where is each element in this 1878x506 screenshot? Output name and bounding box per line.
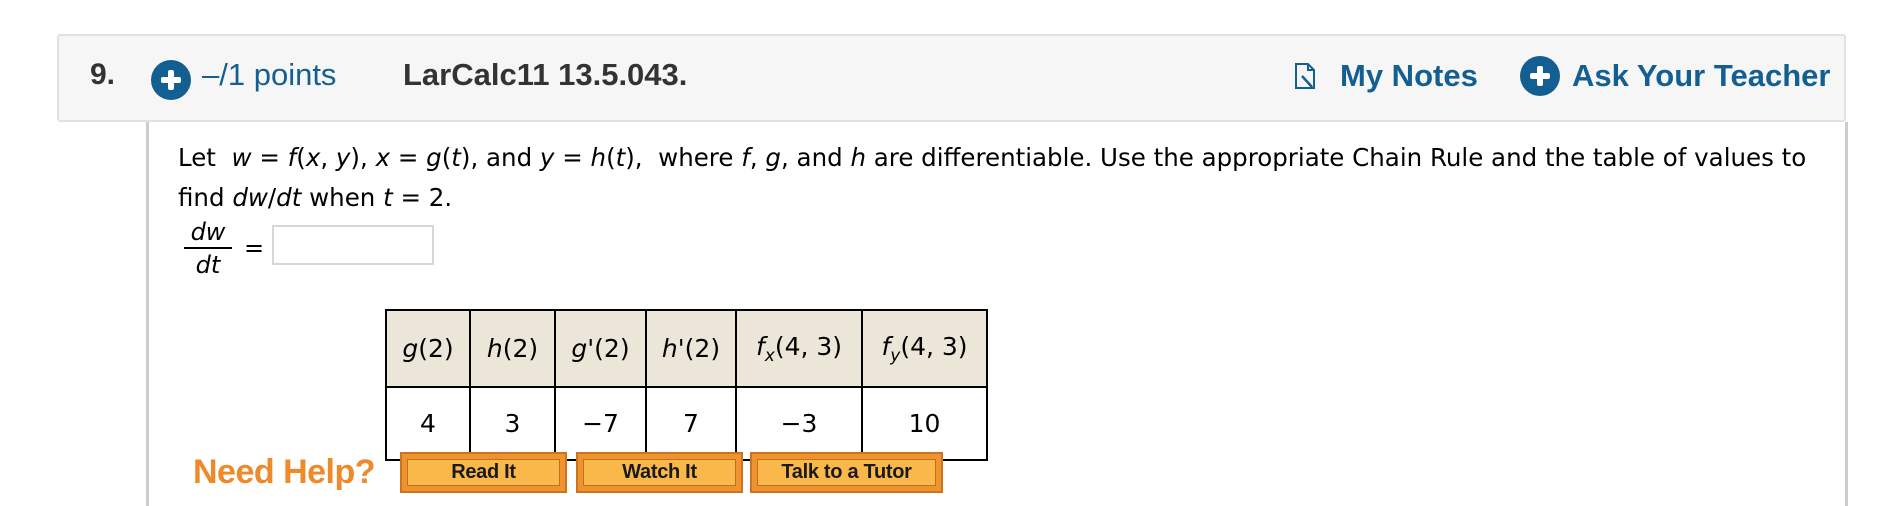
question-header: 9. –/1 points LarCalc11 13.5.043. My Not… bbox=[57, 34, 1846, 122]
function-args: (4, 3) bbox=[774, 331, 843, 361]
function-args: (2) bbox=[684, 334, 721, 363]
math-variable: x bbox=[305, 143, 321, 172]
math-variable: g bbox=[765, 143, 781, 172]
function-name: f bbox=[755, 331, 765, 361]
question-reference: LarCalc11 13.5.043. bbox=[403, 57, 688, 92]
values-table: g(2) h(2) g'(2) h'(2) fx(4, 3) fy(4, 3) … bbox=[385, 309, 988, 461]
table-header-cell: h(2) bbox=[469, 309, 556, 388]
math-variable: h bbox=[850, 143, 866, 172]
math-variable: t bbox=[451, 143, 461, 172]
prompt-text: ), and bbox=[460, 143, 540, 172]
function-args: (2) bbox=[594, 334, 630, 363]
table-cell: 10 bbox=[861, 386, 988, 461]
prompt-text: = bbox=[251, 143, 288, 172]
table-header-cell: h'(2) bbox=[645, 309, 737, 388]
fraction-numerator: dw bbox=[190, 218, 226, 246]
answer-input[interactable] bbox=[272, 225, 434, 265]
notes-icon bbox=[1295, 63, 1315, 89]
table-header-cell: g(2) bbox=[385, 309, 471, 388]
table-cell: 7 bbox=[645, 386, 737, 461]
math-variable: g bbox=[426, 143, 442, 172]
my-notes-link[interactable]: My Notes bbox=[1294, 56, 1478, 96]
math-variable: dt bbox=[276, 183, 302, 212]
read-it-button[interactable]: Read It bbox=[400, 452, 567, 493]
table-header-cell: fy(4, 3) bbox=[861, 309, 988, 388]
function-name: h bbox=[486, 334, 503, 363]
prompt-text: when bbox=[301, 183, 384, 212]
prompt-text: ( bbox=[441, 143, 452, 172]
math-variable: dw bbox=[232, 183, 268, 212]
talk-to-tutor-button[interactable]: Talk to a Tutor bbox=[750, 452, 943, 493]
equals-sign: = bbox=[244, 234, 265, 262]
prompt-text: = bbox=[554, 143, 591, 172]
question-prompt: Let w = f(x, y), x = g(t), and y = h(t),… bbox=[178, 138, 1828, 218]
function-args: (4, 3) bbox=[900, 331, 968, 361]
math-variable: f bbox=[287, 143, 297, 172]
function-args: (2) bbox=[502, 334, 539, 363]
plus-circle-icon[interactable] bbox=[151, 60, 191, 100]
prompt-text: ( bbox=[606, 143, 616, 172]
function-name: h bbox=[661, 334, 678, 363]
function-args: (2) bbox=[418, 334, 454, 363]
table-cell: −3 bbox=[735, 386, 863, 461]
table-cell: 4 bbox=[385, 386, 471, 461]
table-header-cell: fx(4, 3) bbox=[735, 309, 863, 388]
partial-subscript: x bbox=[764, 345, 775, 366]
table-header-row: g(2) h(2) g'(2) h'(2) fx(4, 3) fy(4, 3) bbox=[385, 309, 988, 388]
partial-subscript: y bbox=[890, 345, 901, 366]
ask-your-teacher-label: Ask Your Teacher bbox=[1572, 58, 1831, 93]
prompt-text: ), bbox=[350, 143, 376, 172]
plus-circle-icon bbox=[1520, 56, 1560, 96]
fraction-bar bbox=[184, 247, 232, 249]
ask-your-teacher-link[interactable]: Ask Your Teacher bbox=[1520, 56, 1830, 96]
function-name: g bbox=[402, 334, 419, 363]
math-variable: t bbox=[615, 143, 626, 172]
points-label: –/1 points bbox=[202, 57, 337, 92]
math-variable: y bbox=[539, 143, 555, 172]
math-variable: h bbox=[590, 143, 607, 172]
read-it-label: Read It bbox=[407, 459, 560, 486]
math-variable: f bbox=[741, 143, 750, 172]
my-notes-label: My Notes bbox=[1340, 58, 1478, 93]
need-help-label: Need Help? bbox=[193, 453, 376, 491]
prompt-text: , bbox=[320, 143, 336, 172]
math-variable: t bbox=[383, 183, 393, 212]
prompt-text: = 2. bbox=[392, 183, 453, 212]
prompt-text: ( bbox=[296, 143, 306, 172]
question-number: 9. bbox=[90, 58, 116, 91]
prompt-text: Let bbox=[178, 143, 232, 172]
math-variable: w bbox=[231, 143, 252, 172]
prompt-text: , bbox=[749, 143, 766, 172]
function-name: g bbox=[571, 334, 588, 363]
math-variable: y bbox=[335, 143, 351, 172]
table-cell: 3 bbox=[469, 386, 556, 461]
prompt-text: = bbox=[390, 143, 427, 172]
prompt-text: , and bbox=[780, 143, 851, 172]
content-right-border bbox=[1845, 122, 1848, 506]
content-left-border bbox=[146, 122, 149, 506]
fraction-denominator: dt bbox=[195, 251, 221, 279]
table-row: 4 3 −7 7 −3 10 bbox=[385, 386, 988, 461]
watch-it-label: Watch It bbox=[583, 459, 736, 486]
prompt-text: / bbox=[267, 183, 277, 212]
watch-it-button[interactable]: Watch It bbox=[576, 452, 743, 493]
table-cell: −7 bbox=[554, 386, 647, 461]
prompt-text: ), where bbox=[625, 143, 742, 172]
prime-mark: ' bbox=[677, 334, 685, 363]
table-header-cell: g'(2) bbox=[554, 309, 647, 388]
function-name: f bbox=[881, 331, 891, 361]
talk-to-tutor-label: Talk to a Tutor bbox=[757, 459, 936, 486]
math-variable: x bbox=[375, 143, 391, 172]
